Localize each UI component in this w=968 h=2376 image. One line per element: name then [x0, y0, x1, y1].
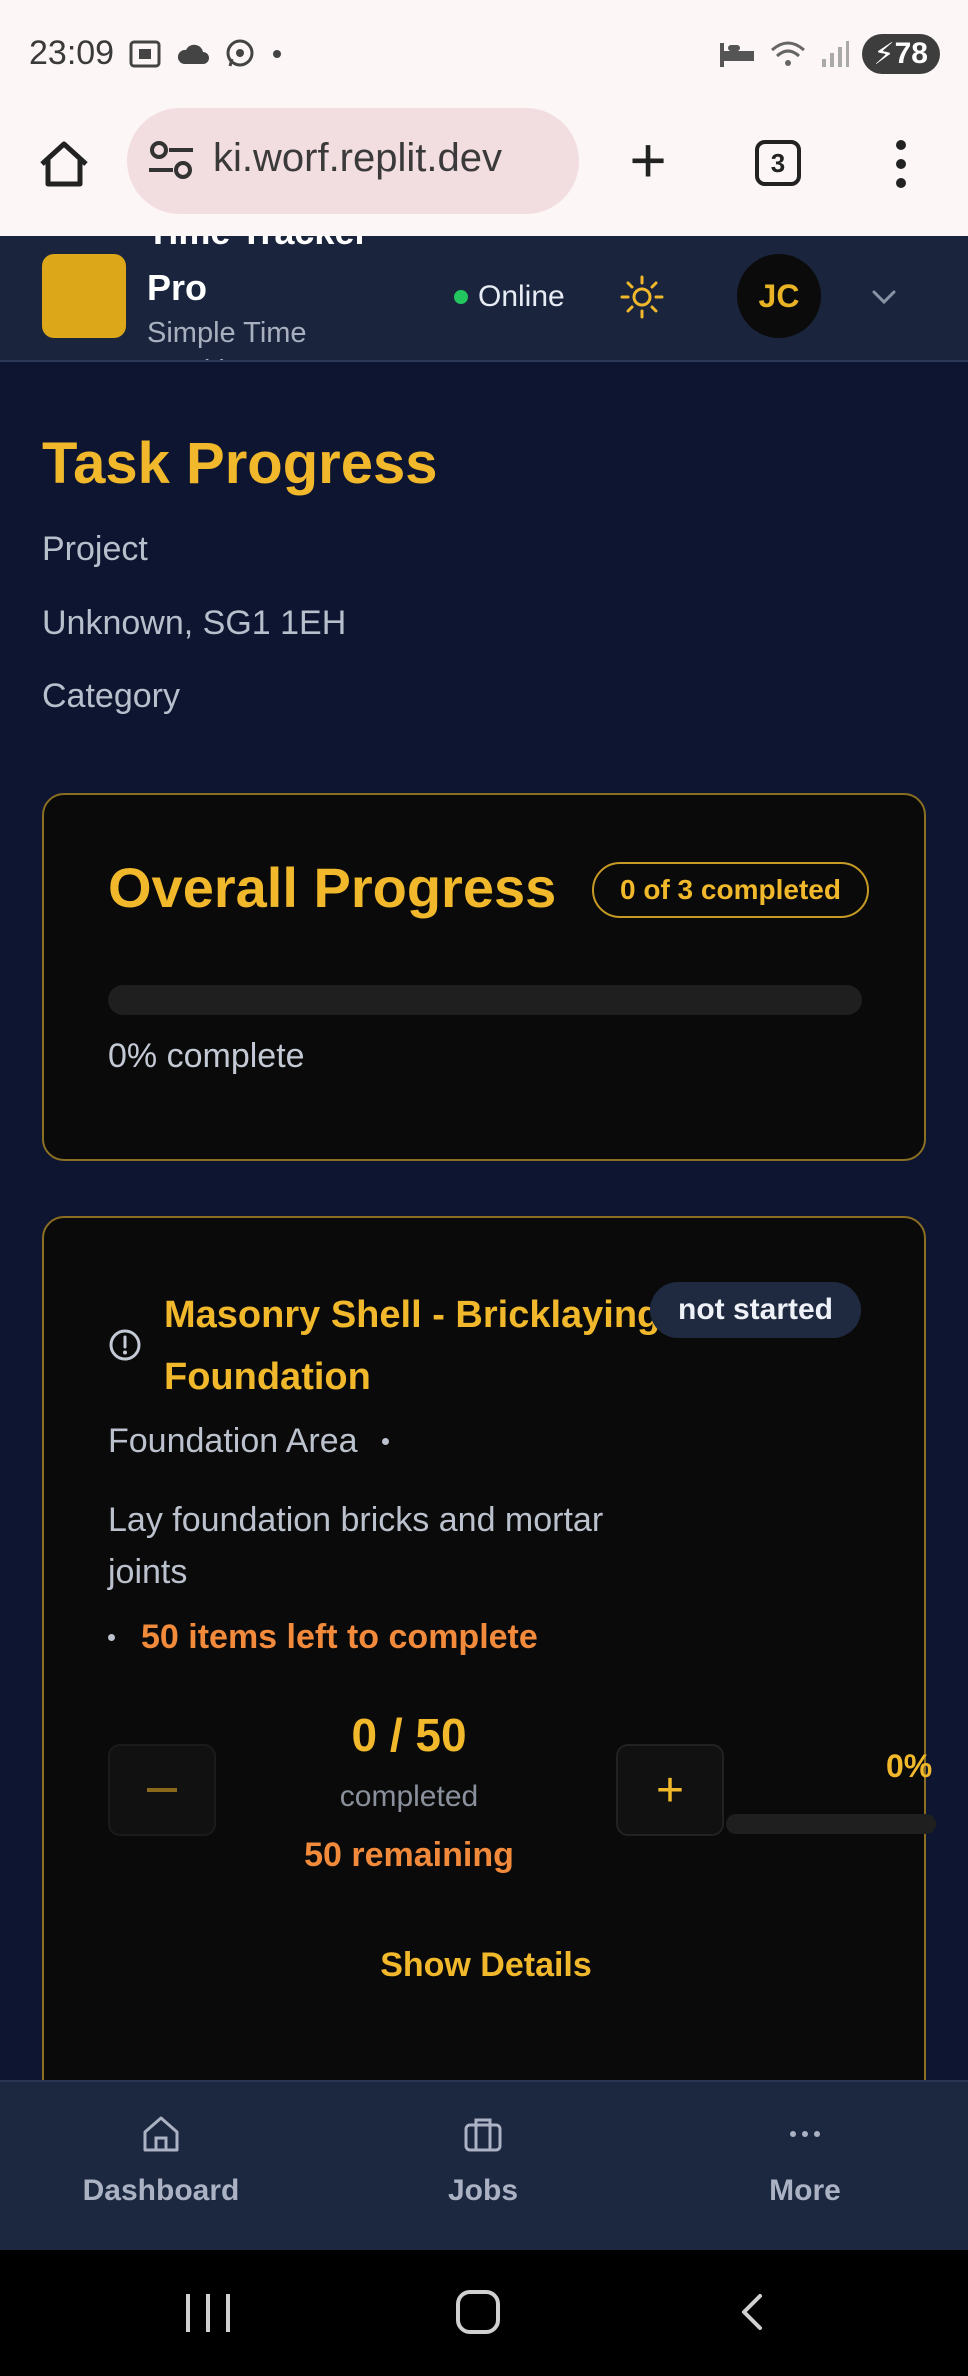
browser-menu-button[interactable]	[886, 134, 916, 194]
tab-switcher-button[interactable]: 3	[755, 140, 801, 186]
items-left: 50 items left to complete	[108, 1618, 538, 1657]
completed-label: completed	[339, 1780, 479, 1813]
theme-toggle-sun-icon[interactable]	[619, 274, 665, 320]
task-status-badge: not started	[650, 1282, 862, 1338]
more-horizontal-icon	[790, 2131, 820, 2137]
dot-icon	[273, 50, 281, 58]
briefcase-icon	[464, 2118, 502, 2152]
charging-icon: ⚡	[873, 37, 895, 71]
remaining-count: 50 remaining	[304, 1836, 514, 1874]
back-arrow-icon[interactable]	[730, 2290, 774, 2334]
nav-label: Jobs	[447, 2174, 519, 2207]
screen: 23:09 ⚡ 78 ki.worf.replit.dev + 3 Pro Si…	[0, 0, 968, 2376]
android-nav-bar	[0, 2250, 968, 2376]
status-system-icons: ⚡ 78	[718, 34, 940, 74]
separator-dot	[108, 1634, 115, 1641]
user-avatar[interactable]: JC	[737, 254, 821, 338]
project-label: Project	[42, 530, 148, 568]
nav-item-jobs[interactable]: Jobs	[322, 2082, 644, 2250]
sleep-mode-icon	[719, 43, 754, 67]
connection-status-label: Online	[478, 280, 565, 313]
new-tab-button[interactable]: +	[620, 128, 676, 192]
task-percent: 0%	[886, 1748, 933, 1784]
nav-label: More	[769, 2174, 841, 2207]
app-logo[interactable]	[42, 254, 126, 338]
app-name: Time Tracker Pro	[147, 236, 368, 308]
overall-percent-text: 0% complete	[108, 1037, 305, 1075]
task-progress-bar	[726, 1814, 936, 1834]
browser-home-icon[interactable]	[36, 136, 92, 192]
battery-indicator: ⚡ 78	[861, 34, 940, 74]
site-settings-icon[interactable]	[147, 138, 195, 182]
alert-circle-icon	[109, 1329, 141, 1361]
minus-icon	[147, 1788, 177, 1792]
nav-item-more[interactable]: More	[644, 2082, 966, 2250]
overall-progress-card: Overall Progress 0 of 3 completed 0% com…	[42, 793, 926, 1161]
app-subtitle: Simple Time Tracking	[147, 317, 307, 360]
whatsapp-icon	[226, 39, 254, 67]
decrement-button[interactable]	[108, 1744, 216, 1836]
nav-item-dashboard[interactable]: Dashboard	[0, 2082, 322, 2250]
home-icon	[143, 2116, 179, 2152]
signal-icon	[821, 41, 849, 67]
items-left-text: 50 items left to complete	[141, 1618, 538, 1656]
main-content: Task Progress Project Unknown, SG1 1EH C…	[0, 362, 968, 2080]
android-home-button[interactable]	[456, 2290, 500, 2334]
bottom-nav: Dashboard Jobs More	[0, 2080, 968, 2250]
task-description: Lay foundation bricks and mortar joints	[108, 1501, 604, 1591]
browser-toolbar: ki.worf.replit.dev + 3	[0, 108, 968, 236]
wifi-icon	[770, 41, 805, 66]
show-details-button[interactable]: Show Details	[44, 1946, 928, 1985]
url-text[interactable]: ki.worf.replit.dev	[213, 136, 573, 181]
cloud-icon	[177, 44, 209, 64]
nav-label: Dashboard	[82, 2174, 240, 2207]
chevron-down-icon[interactable]	[869, 282, 899, 312]
task-card: Masonry Shell - Bricklaying Foundation n…	[42, 1216, 936, 2080]
plus-icon: +	[655, 1763, 685, 1817]
category-label: Category	[42, 677, 180, 715]
increment-button[interactable]: +	[616, 1744, 724, 1836]
overall-progress-bar	[108, 985, 862, 1015]
battery-level: 78	[894, 37, 928, 70]
page-title: Task Progress	[42, 431, 438, 496]
status-time: 23:09	[29, 34, 115, 72]
online-dot-icon	[454, 290, 468, 304]
recent-apps-button[interactable]	[186, 2294, 230, 2332]
task-area: Foundation Area	[108, 1422, 389, 1461]
connection-status: Online	[454, 280, 565, 314]
separator-dot	[381, 1438, 389, 1445]
app-header: Time Tracker Pro Simple Time Tracking On…	[0, 236, 968, 362]
address-bar[interactable]: ki.worf.replit.dev	[127, 108, 579, 214]
task-title: Masonry Shell - Bricklaying Foundation	[164, 1294, 661, 1398]
screenshot-icon	[129, 40, 161, 68]
completed-count-badge: 0 of 3 completed	[592, 862, 869, 918]
status-bar: 23:09 ⚡ 78	[0, 0, 968, 108]
status-notification-icons	[128, 38, 284, 70]
overall-progress-title: Overall Progress	[108, 856, 557, 919]
task-area-label: Foundation Area	[108, 1422, 358, 1460]
task-count: 0 / 50	[351, 1709, 467, 1761]
project-location: Unknown, SG1 1EH	[42, 604, 347, 642]
